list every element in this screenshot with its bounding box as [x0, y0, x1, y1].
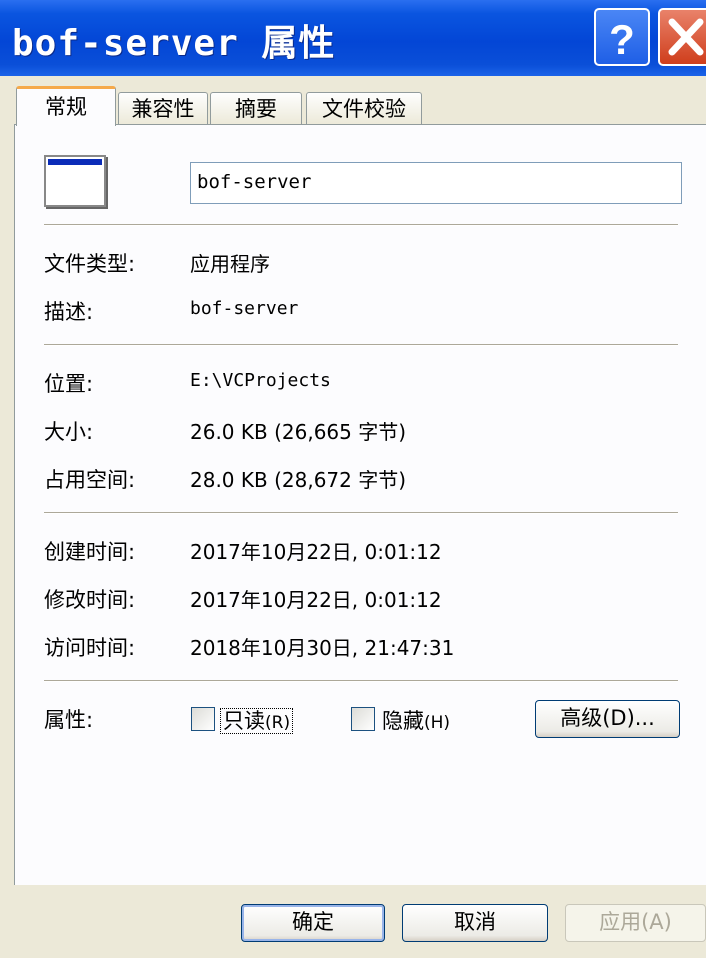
size-value: 26.0 KB (26,665 字节)	[190, 420, 407, 444]
location-value: E:\VCProjects	[190, 370, 331, 391]
description-label: 描述:	[44, 300, 94, 324]
readonly-checkbox-label[interactable]: 只读(R)	[220, 705, 294, 735]
hidden-checkbox-label[interactable]: 隐藏(H)	[382, 705, 450, 735]
close-icon	[668, 18, 704, 56]
size-label: 大小:	[44, 420, 94, 444]
tab-panel-general	[14, 124, 706, 885]
tab-summary[interactable]: 摘要	[210, 92, 302, 125]
modified-label: 修改时间:	[44, 588, 136, 612]
cancel-button[interactable]: 取消	[402, 904, 548, 942]
file-type-label: 文件类型:	[44, 252, 136, 276]
tab-compatibility[interactable]: 兼容性	[118, 92, 208, 125]
separator	[44, 224, 678, 226]
disk-size-value: 28.0 KB (28,672 字节)	[190, 468, 407, 492]
ok-button[interactable]: 确定	[241, 904, 385, 942]
created-label: 创建时间:	[44, 540, 136, 564]
title-bar[interactable]: bof-server 属性 ?	[0, 0, 706, 76]
modified-value: 2017年10月22日, 0:01:12	[190, 588, 442, 612]
separator	[44, 512, 678, 514]
file-name-input[interactable]: bof-server	[190, 162, 682, 204]
window-title: bof-server 属性	[12, 23, 336, 64]
properties-dialog: bof-server 属性 ? 常规 兼容性 摘要 文件校验 bof-serve…	[0, 0, 706, 958]
tab-checksum[interactable]: 文件校验	[306, 92, 422, 125]
help-button[interactable]: ?	[594, 8, 650, 66]
separator	[44, 680, 678, 682]
advanced-button[interactable]: 高级(D)...	[535, 700, 680, 738]
file-type-value: 应用程序	[190, 252, 270, 276]
created-value: 2017年10月22日, 0:01:12	[190, 540, 442, 564]
readonly-checkbox[interactable]	[191, 707, 215, 731]
tab-label: 常规	[45, 95, 87, 119]
location-label: 位置:	[44, 372, 94, 396]
tab-general[interactable]: 常规	[16, 86, 116, 126]
description-value: bof-server	[190, 298, 299, 319]
question-icon: ?	[609, 16, 635, 63]
tab-label: 兼容性	[131, 97, 195, 121]
close-button[interactable]	[658, 8, 706, 66]
attributes-label: 属性:	[44, 708, 94, 732]
tab-label: 摘要	[235, 97, 277, 121]
focus-rect: 只读(R)	[220, 708, 294, 734]
disk-size-label: 占用空间:	[44, 468, 136, 492]
hidden-checkbox[interactable]	[351, 707, 375, 731]
accessed-label: 访问时间:	[44, 636, 136, 660]
svg-text:?: ?	[609, 16, 635, 63]
separator	[44, 344, 678, 346]
apply-button[interactable]: 应用(A)	[565, 904, 706, 942]
tab-label: 文件校验	[322, 97, 406, 121]
application-icon	[44, 155, 106, 207]
accessed-value: 2018年10月30日, 21:47:31	[190, 636, 455, 660]
